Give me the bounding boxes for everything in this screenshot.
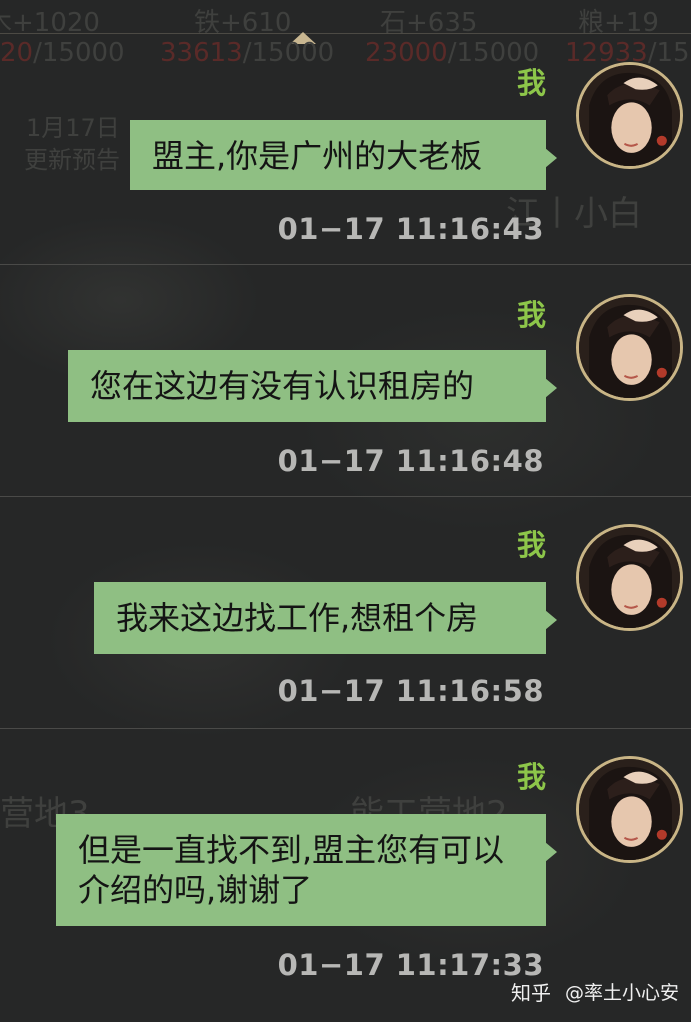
resource-wood-amount: 20/15000 <box>0 38 125 68</box>
message-text: 盟主,你是广州的大老板 <box>152 137 483 175</box>
avatar-portrait-icon <box>579 759 680 860</box>
sender-name: 我 <box>516 298 546 332</box>
bg-date-note: 1月17日 <box>26 114 120 142</box>
message-bubble[interactable]: 盟主,你是广州的大老板 <box>130 120 546 190</box>
sender-name: 我 <box>516 760 546 794</box>
message-divider <box>0 496 691 497</box>
avatar[interactable] <box>576 294 683 401</box>
avatar-portrait-icon <box>579 65 680 166</box>
bubble-tail <box>545 842 557 862</box>
watermark: 知乎 @率土小心安 <box>511 977 679 1006</box>
message-bubble[interactable]: 您在这边有没有认识租房的 <box>68 350 546 422</box>
message-text: 您在这边有没有认识租房的 <box>90 367 475 405</box>
message-bubble[interactable]: 但是一直找不到,盟主您有可以介绍的吗,谢谢了 <box>56 814 546 926</box>
message-text: 但是一直找不到,盟主您有可以介绍的吗,谢谢了 <box>78 831 505 909</box>
message-divider <box>0 728 691 729</box>
avatar[interactable] <box>576 524 683 631</box>
avatar-portrait-icon <box>579 527 680 628</box>
message-divider <box>0 264 691 265</box>
sender-name: 我 <box>516 528 546 562</box>
message-timestamp: 01−17 11:17:33 <box>277 948 544 982</box>
resource-stone-amount: 23000/15000 <box>365 38 540 68</box>
avatar[interactable] <box>576 62 683 169</box>
bg-update-note: 更新预告 <box>24 146 120 174</box>
message-text: 我来这边找工作,想租个房 <box>116 599 479 637</box>
avatar[interactable] <box>576 756 683 863</box>
bubble-tail <box>545 148 557 168</box>
zhihu-logo: 知乎 <box>510 981 551 1005</box>
bubble-tail <box>545 378 557 398</box>
message-timestamp: 01−17 11:16:58 <box>277 674 544 708</box>
avatar-portrait-icon <box>579 297 680 398</box>
message-timestamp: 01−17 11:16:43 <box>277 212 544 246</box>
watermark-author: @率土小心安 <box>564 982 679 1004</box>
bubble-tail <box>545 610 557 630</box>
message-timestamp: 01−17 11:16:48 <box>277 444 544 478</box>
resource-iron-amount: 33613/15000 <box>160 38 335 68</box>
resource-bar: 木+1020 铁+610 石+635 粮+19 20/15000 33613/1… <box>0 0 691 72</box>
resource-bar-divider <box>0 33 691 34</box>
message-bubble[interactable]: 我来这边找工作,想租个房 <box>94 582 546 654</box>
sender-name: 我 <box>516 66 546 100</box>
